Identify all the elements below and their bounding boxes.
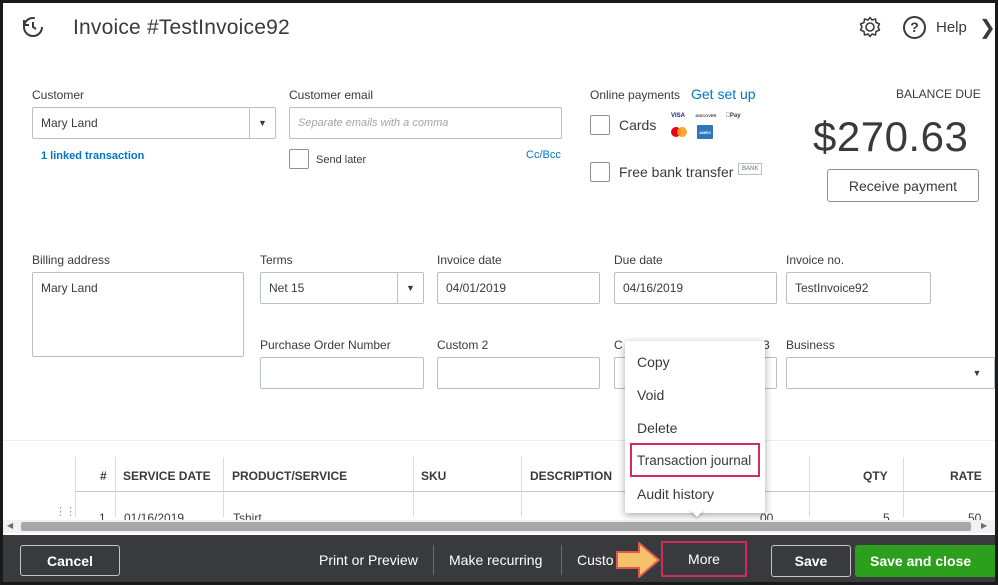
discover-logo: DISCOVER: [695, 113, 717, 118]
due-date-input[interactable]: 04/16/2019: [614, 272, 777, 304]
billing-address-input[interactable]: Mary Land: [32, 272, 244, 357]
due-date-value: 04/16/2019: [623, 281, 684, 295]
table-header-line: [75, 491, 995, 492]
scrollbar-thumb[interactable]: [21, 522, 971, 531]
bank-transfer-checkbox[interactable]: [590, 162, 610, 182]
menu-item-void[interactable]: Void: [637, 387, 664, 403]
get-set-up-link[interactable]: Get set up: [691, 86, 756, 102]
column-header-service-date: SERVICE DATE: [123, 469, 211, 483]
send-later-checkbox[interactable]: [289, 149, 309, 169]
table-divider: [3, 440, 995, 441]
invoice-date-input[interactable]: 04/01/2019: [437, 272, 600, 304]
make-recurring-button[interactable]: Make recurring: [449, 552, 542, 568]
invoice-no-label: Invoice no.: [786, 253, 845, 267]
pointer-arrow-icon: [615, 541, 661, 579]
save-and-close-button[interactable]: Save and close: [855, 545, 995, 577]
due-date-label: Due date: [614, 253, 663, 267]
cards-checkbox[interactable]: [590, 115, 610, 135]
cancel-label: Cancel: [47, 552, 93, 569]
balance-due-amount: $270.63: [813, 113, 969, 160]
cards-label: Cards: [619, 117, 657, 133]
footer-divider: [561, 545, 562, 575]
customer-email-input[interactable]: Separate emails with a comma: [289, 107, 562, 139]
column-header-rate: RATE: [950, 469, 982, 483]
terms-value: Net 15: [269, 281, 305, 295]
custom2-input[interactable]: [437, 357, 600, 389]
business-select[interactable]: ▼: [786, 357, 995, 389]
more-menu: Copy Void Delete Transaction journal Aud…: [625, 341, 765, 513]
page-title: Invoice #TestInvoice92: [73, 16, 290, 39]
invoice-window: Invoice #TestInvoice92 ? Help ❯ Customer…: [3, 3, 995, 582]
menu-caret: [689, 509, 705, 517]
close-icon[interactable]: ❯: [979, 15, 995, 40]
menu-item-delete[interactable]: Delete: [637, 420, 677, 436]
more-button[interactable]: More: [661, 541, 747, 577]
recent-transactions-icon[interactable]: [21, 15, 45, 39]
linked-transaction-link[interactable]: 1 linked transaction: [41, 150, 144, 162]
custom3-label-left: C: [614, 338, 623, 352]
gear-icon[interactable]: [859, 16, 881, 38]
help-icon[interactable]: ?: [903, 16, 926, 39]
chevron-down-icon[interactable]: ▼: [249, 108, 275, 138]
menu-item-audit-history[interactable]: Audit history: [637, 486, 714, 502]
billing-address-value: Mary Land: [41, 281, 98, 295]
chevron-down-icon[interactable]: ▼: [964, 358, 990, 388]
invoice-date-value: 04/01/2019: [446, 281, 507, 295]
visa-logo: VISA: [670, 112, 685, 119]
customer-label: Customer: [32, 88, 85, 102]
po-number-label: Purchase Order Number: [260, 338, 391, 352]
amex-logo: AMEX: [697, 125, 713, 139]
bank-badge: BANK: [738, 163, 763, 175]
customize-button[interactable]: Custo: [577, 552, 614, 568]
horizontal-scrollbar[interactable]: ◀ ▶: [3, 520, 995, 533]
po-number-input[interactable]: [260, 357, 424, 389]
custom2-label: Custom 2: [437, 338, 489, 352]
cc-bcc-link[interactable]: Cc/Bcc: [526, 149, 561, 161]
save-button[interactable]: Save: [771, 545, 851, 577]
cancel-button[interactable]: Cancel: [20, 545, 120, 576]
menu-item-copy[interactable]: Copy: [637, 354, 670, 370]
business-label: Business: [786, 338, 835, 352]
column-header-sku: SKU: [421, 469, 447, 483]
column-header-description: DESCRIPTION: [530, 469, 613, 483]
billing-address-label: Billing address: [32, 253, 111, 267]
column-header-number: #: [100, 469, 107, 483]
invoice-date-label: Invoice date: [437, 253, 502, 267]
footer-divider: [433, 545, 434, 575]
scroll-left-icon[interactable]: ◀: [7, 521, 13, 530]
invoice-no-value: TestInvoice92: [795, 281, 869, 295]
save-and-close-label: Save and close: [870, 553, 972, 569]
invoice-no-input[interactable]: TestInvoice92: [786, 272, 931, 304]
scroll-right-icon[interactable]: ▶: [981, 521, 987, 530]
chevron-down-icon[interactable]: ▼: [397, 273, 423, 303]
customer-value: Mary Land: [41, 116, 98, 130]
send-later-label: Send later: [316, 154, 367, 166]
email-placeholder: Separate emails with a comma: [298, 117, 449, 129]
drag-handle-icon[interactable]: ⋮⋮: [55, 505, 76, 518]
menu-item-transaction-journal[interactable]: Transaction journal: [637, 453, 751, 468]
terms-label: Terms: [260, 253, 293, 267]
apple-pay-label: Pay: [727, 112, 741, 119]
bank-transfer-label: Free bank transfer: [619, 164, 734, 180]
mastercard-logo: [670, 126, 688, 138]
help-label[interactable]: Help: [936, 19, 967, 36]
save-label: Save: [794, 553, 828, 569]
table-row[interactable]: ⋮⋮ 1 01/16/2019 Tshirt 00 5 50: [43, 503, 995, 521]
column-header-qty: QTY: [863, 469, 888, 483]
customer-select[interactable]: Mary Land ▼: [32, 107, 276, 139]
print-preview-button[interactable]: Print or Preview: [319, 552, 418, 568]
online-payments-label: Online payments: [590, 88, 681, 102]
more-label: More: [688, 551, 720, 567]
column-header-product: PRODUCT/SERVICE: [232, 469, 348, 483]
footer-toolbar: Cancel Print or Preview Make recurring C…: [3, 535, 995, 582]
balance-due-label: BALANCE DUE: [896, 87, 981, 101]
apple-pay-logo: Pay: [722, 111, 744, 120]
terms-select[interactable]: Net 15 ▼: [260, 272, 424, 304]
customer-email-label: Customer email: [289, 88, 374, 102]
receive-payment-button[interactable]: Receive payment: [827, 169, 979, 202]
